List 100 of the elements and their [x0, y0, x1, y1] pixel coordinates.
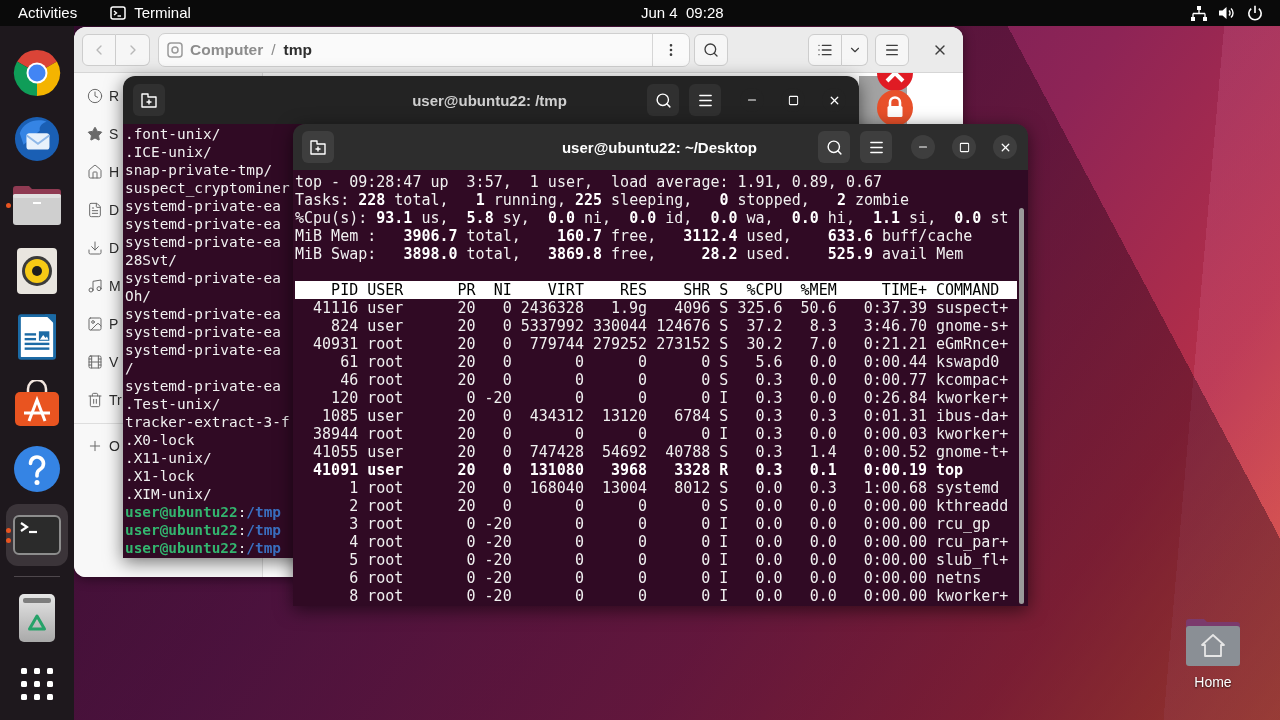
sidebar-item[interactable]: D	[74, 229, 120, 267]
output-line: tracker-extract-3-f	[125, 413, 290, 431]
table-cell: root	[367, 353, 404, 371]
table-cell: systemd	[936, 479, 1000, 497]
table-cell: 6784	[674, 407, 711, 425]
table-cell: R	[719, 461, 729, 479]
sidebar-item[interactable]: V	[74, 343, 119, 381]
table-cell: 0	[638, 353, 648, 371]
table-cell: 7.0	[809, 335, 837, 353]
table-cell: 13120	[601, 407, 648, 425]
shopping-bag-icon[interactable]	[15, 380, 59, 426]
menu-button[interactable]	[860, 131, 892, 163]
browser-icon[interactable]	[13, 49, 61, 97]
scrollbar-thumb[interactable]	[1019, 208, 1024, 604]
speaker-icon[interactable]	[17, 248, 57, 294]
table-cell: 747428	[529, 443, 584, 461]
table-cell: 38944	[313, 425, 359, 443]
close-button[interactable]	[993, 135, 1017, 159]
table-cell: 824	[331, 317, 359, 335]
sidebar-item[interactable]: Tr	[74, 381, 122, 419]
search-button[interactable]	[694, 33, 728, 66]
table-cell: 0.0	[809, 551, 837, 569]
table-cell: root	[367, 479, 404, 497]
table-cell: 0	[466, 551, 476, 569]
volume-icon[interactable]	[1219, 6, 1235, 20]
table-cell: 120	[331, 389, 359, 407]
table-cell: 0	[701, 371, 711, 389]
table-cell: root	[367, 551, 404, 569]
list-view-button[interactable]	[808, 33, 842, 66]
table-cell: I	[719, 533, 729, 551]
maximize-button[interactable]	[952, 135, 976, 159]
search-button[interactable]	[818, 131, 850, 163]
table-cell: 0	[502, 497, 512, 515]
table-cell: root	[367, 335, 404, 353]
menu-button[interactable]	[689, 84, 721, 116]
table-cell: 0.0	[809, 515, 837, 533]
table-cell: 40788	[665, 443, 711, 461]
app-grid-icon[interactable]	[21, 668, 53, 700]
table-cell: 37.2	[746, 317, 783, 335]
table-cell: 1:00.68	[863, 479, 927, 497]
clock[interactable]: Jun 4 09:28	[633, 1, 732, 25]
app-menu[interactable]: Terminal	[102, 1, 199, 25]
table-cell: -20	[484, 389, 512, 407]
help-icon[interactable]	[13, 445, 61, 493]
table-cell: 3968	[611, 461, 648, 479]
table-cell: root	[367, 497, 404, 515]
table-cell: 0:21.21	[863, 335, 927, 353]
table-cell: 0	[638, 371, 648, 389]
menu-button[interactable]	[875, 33, 909, 66]
table-cell: S	[719, 497, 729, 515]
sidebar-item[interactable]: O	[74, 427, 120, 465]
path-separator: /	[270, 40, 277, 59]
sidebar-item[interactable]: D	[74, 191, 120, 229]
sidebar-item[interactable]: M	[74, 267, 121, 305]
table-cell: 0.0	[755, 587, 783, 605]
sidebar-item[interactable]: P	[74, 305, 119, 343]
table-cell: S	[719, 353, 729, 371]
network-icon[interactable]	[1191, 5, 1207, 21]
new-tab-button[interactable]	[302, 131, 334, 163]
activities-button[interactable]: Activities	[10, 1, 86, 25]
table-cell: rcu_par+	[936, 533, 1009, 551]
column-header: VIRT	[547, 281, 584, 299]
terminal-icon[interactable]	[13, 515, 61, 555]
table-cell: -20	[484, 587, 512, 605]
power-icon[interactable]	[1247, 5, 1263, 21]
home-folder-icon	[1186, 618, 1240, 666]
minimize-button[interactable]	[911, 135, 935, 159]
table-cell: 5	[349, 551, 359, 569]
table-cell: 20	[457, 497, 476, 515]
table-cell: 0	[502, 371, 512, 389]
folder-icon[interactable]	[13, 185, 61, 225]
sidebar-item[interactable]: R	[74, 77, 120, 115]
table-cell: 0	[574, 389, 584, 407]
path-segment[interactable]: tmp	[279, 38, 316, 61]
output-line: systemd-private-ea	[125, 269, 281, 287]
house-icon	[87, 164, 103, 180]
top-summary-line: Tasks: 228 total, 1 running, 225 sleeping, 0 stopped, 2 zombie	[295, 191, 910, 209]
sidebar-item[interactable]: H	[74, 153, 120, 191]
table-cell: 0	[466, 587, 476, 605]
table-cell: user	[367, 443, 404, 461]
new-tab-button[interactable]	[133, 84, 165, 116]
table-cell: 0	[574, 551, 584, 569]
table-cell: 0	[502, 317, 512, 335]
table-cell: 0.1	[809, 461, 837, 479]
path-bar[interactable]: Computer / tmp	[158, 32, 690, 67]
trash-icon[interactable]	[19, 594, 55, 642]
table-cell: I	[719, 515, 729, 533]
sidebar-item[interactable]: S	[74, 115, 119, 153]
search-button[interactable]	[647, 84, 679, 116]
table-cell: user	[367, 461, 404, 479]
mail-icon[interactable]	[14, 116, 60, 162]
output-line: systemd-private-ea	[125, 341, 281, 359]
document-icon[interactable]	[18, 314, 56, 360]
table-cell: 0	[638, 551, 648, 569]
table-cell: root	[367, 389, 404, 407]
table-cell: kworker+	[936, 587, 1009, 605]
table-cell: 0.3	[755, 371, 783, 389]
output-line: systemd-private-ea	[125, 233, 281, 251]
table-cell: 20	[457, 461, 476, 479]
output-line: 28Svt/	[125, 251, 177, 269]
